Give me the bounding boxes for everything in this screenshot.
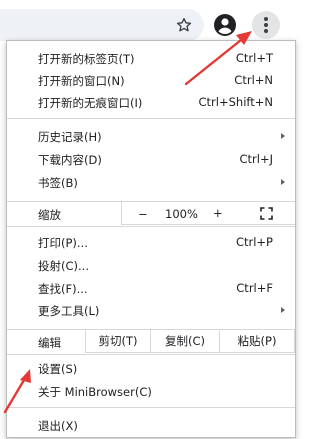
menu-item-history[interactable]: 历史记录(H) bbox=[7, 125, 295, 147]
menu-item-label: 退出(X) bbox=[38, 419, 78, 433]
zoom-label: 缩放 bbox=[38, 208, 61, 222]
menu-item-label: 打印(P)... bbox=[38, 236, 88, 250]
menu-item-downloads[interactable]: 下载内容(D) Ctrl+J bbox=[7, 148, 295, 170]
submenu-arrow-icon bbox=[281, 133, 285, 139]
menu-item-label: 打开新的标签页(T) bbox=[38, 52, 135, 66]
menu-item-about[interactable]: 关于 MiniBrowser(C) bbox=[7, 380, 295, 402]
more-vert-icon[interactable] bbox=[252, 11, 280, 39]
submenu-arrow-icon bbox=[281, 179, 285, 185]
menu-item-shortcut: Ctrl+N bbox=[234, 73, 273, 87]
menu-divider bbox=[7, 118, 295, 119]
account-icon[interactable] bbox=[213, 13, 237, 37]
zoom-row: 缩放 − 100% + bbox=[7, 201, 295, 227]
menu-item-label: 下载内容(D) bbox=[38, 153, 102, 167]
submenu-arrow-icon bbox=[281, 307, 285, 313]
menu-item-new-window[interactable]: 打开新的窗口(N) Ctrl+N bbox=[7, 69, 295, 91]
menu-item-label: 历史记录(H) bbox=[38, 130, 102, 144]
copy-button[interactable]: 复制(C) bbox=[150, 329, 220, 353]
edit-row: 编辑 剪切(T) 复制(C) 粘贴(P) bbox=[7, 329, 295, 355]
fullscreen-icon[interactable] bbox=[260, 207, 273, 220]
menu-item-shortcut: Ctrl+T bbox=[235, 51, 273, 65]
address-bar[interactable] bbox=[0, 9, 204, 41]
menu-item-shortcut: Ctrl+J bbox=[239, 152, 274, 166]
menu-item-print[interactable]: 打印(P)... Ctrl+P bbox=[7, 231, 295, 253]
browser-main-menu: 打开新的标签页(T) Ctrl+T 打开新的窗口(N) Ctrl+N 打开新的无… bbox=[6, 40, 296, 438]
menu-item-new-tab[interactable]: 打开新的标签页(T) Ctrl+T bbox=[7, 47, 295, 69]
star-icon[interactable] bbox=[175, 16, 193, 34]
menu-item-new-incognito-window[interactable]: 打开新的无痕窗口(I) Ctrl+Shift+N bbox=[7, 91, 295, 113]
menu-item-label: 关于 MiniBrowser(C) bbox=[38, 385, 152, 399]
paste-button[interactable]: 粘贴(P) bbox=[219, 329, 295, 353]
menu-item-shortcut: Ctrl+F bbox=[236, 281, 273, 295]
menu-divider bbox=[7, 407, 295, 408]
zoom-controls: − 100% + bbox=[121, 201, 295, 225]
menu-item-find[interactable]: 查找(F)... Ctrl+F bbox=[7, 277, 295, 299]
menu-item-label: 设置(S) bbox=[38, 362, 78, 376]
menu-item-label: 更多工具(L) bbox=[38, 304, 100, 318]
zoom-out-button[interactable]: − bbox=[138, 207, 148, 221]
menu-item-exit[interactable]: 退出(X) bbox=[7, 414, 295, 436]
menu-item-bookmarks[interactable]: 书签(B) bbox=[7, 171, 295, 193]
menu-item-label: 书签(B) bbox=[38, 176, 78, 190]
cut-button[interactable]: 剪切(T) bbox=[85, 329, 151, 353]
zoom-level: 100% bbox=[165, 207, 198, 221]
menu-item-more-tools[interactable]: 更多工具(L) bbox=[7, 299, 295, 321]
edit-label: 编辑 bbox=[38, 336, 61, 350]
menu-item-label: 投射(C)... bbox=[38, 259, 89, 273]
menu-item-settings[interactable]: 设置(S) bbox=[7, 357, 295, 379]
menu-item-cast[interactable]: 投射(C)... bbox=[7, 254, 295, 276]
zoom-in-button[interactable]: + bbox=[213, 206, 223, 220]
menu-item-shortcut: Ctrl+Shift+N bbox=[198, 95, 273, 109]
menu-item-label: 查找(F)... bbox=[38, 282, 88, 296]
menu-item-label: 打开新的窗口(N) bbox=[38, 74, 125, 88]
menu-item-label: 打开新的无痕窗口(I) bbox=[38, 96, 143, 110]
menu-item-shortcut: Ctrl+P bbox=[235, 235, 273, 249]
